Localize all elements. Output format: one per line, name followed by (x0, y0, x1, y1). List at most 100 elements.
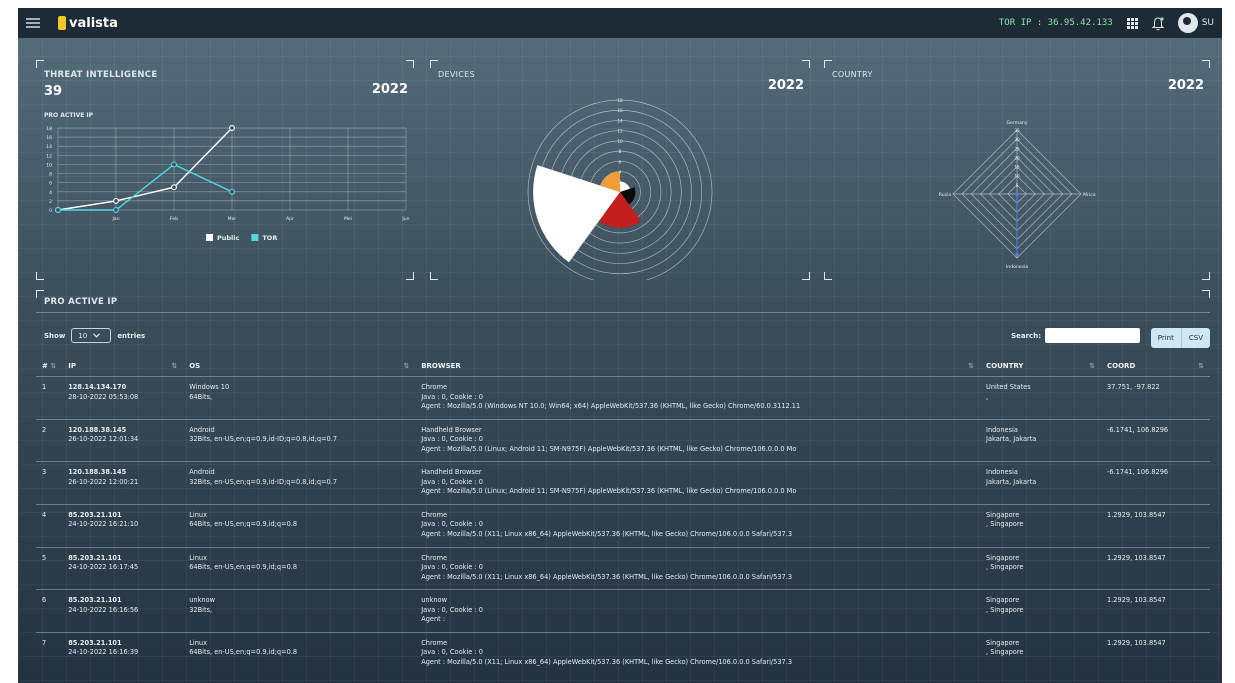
pro-active-ip-line-chart: 0 2 4 6 8 10 12 14 16 18 Jan Feb Mar Apr Mei Jun Public T… (46, 125, 410, 242)
chart-subtitle: PRO ACTIVE IP (44, 112, 94, 119)
pro-active-ip-table-panel: PRO ACTIVE IP Show 10 entries Search: Pr… (36, 290, 1210, 683)
notification-bell-icon[interactable] (1151, 16, 1164, 31)
column-header-ip[interactable]: IP ⇅ (62, 358, 183, 377)
table-row[interactable]: 3 120.188.38.145 26-10-2022 12:00:21 Androi… (36, 461, 1210, 505)
app-logo[interactable]: valista (58, 16, 118, 31)
legend-label: TOR (262, 234, 277, 242)
r-tick-label: 6 (619, 159, 622, 164)
export-buttons: Print CSV (1150, 328, 1210, 348)
sort-icon[interactable]: ⇅ (403, 362, 409, 370)
user-agent: Agent : (421, 615, 446, 624)
panel-title: DEVICES (438, 70, 475, 79)
row-number: 6 (36, 589, 63, 633)
data-point (171, 184, 177, 191)
panel-title: THREAT INTELLIGENCE (44, 70, 158, 80)
ip-address: 85.203.21.101 (68, 510, 122, 519)
coord-cell: 1.2929, 103.8547 (1101, 589, 1210, 633)
y-tick-label: 2 (49, 199, 52, 205)
row-number: 3 (36, 461, 63, 505)
r-tick-label: 2 (619, 180, 622, 185)
entries-label: entries (117, 331, 146, 340)
user-agent: Agent : Mozilla/5.0 (Windows NT 10.0; Wi… (421, 402, 801, 411)
ip-address: 128.14.134.170 (68, 383, 127, 391)
series-line (58, 163, 233, 211)
ip-cell: 85.203.21.101 24-10-2022 16:17:45 (62, 546, 184, 590)
ip-cell: 85.203.21.101 24-10-2022 16:16:39 (62, 631, 184, 675)
user-initials[interactable]: SU (1202, 18, 1214, 28)
divider (36, 312, 1210, 313)
country-cell: Singapore, Singapore (980, 589, 1102, 633)
coord-cell: 1.2929, 103.8547 (1101, 546, 1210, 590)
menu-icon[interactable] (26, 18, 40, 28)
x-tick-label: Feb (170, 216, 178, 222)
browser-name: Handheld Browser (421, 425, 482, 434)
x-tick-label: Jun (401, 216, 409, 222)
table-row[interactable]: 5 85.203.21.101 24-10-2022 16:17:45 Linux 64… (36, 546, 1210, 590)
panel-year: 2022 (371, 82, 408, 97)
os-name: Android (189, 468, 215, 477)
search-label: Search: (1011, 331, 1041, 340)
ip-cell: 128.14.134.170 28-10-2022 05:53:08 (62, 376, 184, 420)
r-tick-label: 14 (617, 118, 623, 123)
show-label: Show (44, 331, 66, 340)
coord-cell: -6.1741, 106.8296 (1101, 418, 1210, 462)
os-name: Linux (189, 638, 208, 647)
table-row[interactable]: 1 128.14.134.170 28-10-2022 05:53:08 Window… (36, 376, 1210, 420)
x-tick-label: Apr (286, 216, 294, 222)
sort-icon[interactable]: ⇅ (1198, 362, 1204, 370)
radar-point (1015, 252, 1019, 257)
apps-grid-icon[interactable] (1126, 17, 1138, 29)
country-cell: Indonesia Jakarta, Jakarta (980, 418, 1102, 462)
os-detail: 32Bits, en-US,en;q=0.9,id-ID;q=0.8,id;q=… (189, 435, 338, 444)
os-detail: 64Bits, en-US,en;q=0.9,id;q=0.8 (189, 648, 298, 657)
r-tick-label: 8 (619, 149, 622, 154)
csv-button[interactable]: CSV (1180, 328, 1210, 348)
y-tick-label: 4 (49, 190, 52, 196)
column-header-number[interactable]: # ⇅ (36, 358, 62, 377)
browser-name: Chrome (421, 510, 448, 519)
sort-icon[interactable]: ⇅ (1089, 362, 1095, 370)
panel-title: COUNTRY (832, 70, 873, 79)
os-cell: Android 32Bits, en-US,en;q=0.9,id-ID;q=0.… (183, 418, 416, 462)
radar-axis-label: Rusia (939, 192, 952, 198)
data-point (113, 207, 119, 213)
data-point (229, 188, 235, 195)
y-tick-label: 14 (46, 144, 52, 150)
os-cell: Linux 64Bits, en-US,en;q=0.9,id;q=0.8 (183, 503, 416, 548)
browser-cell: Handheld Browser Java : 0, Cookie : 0 Agen… (415, 461, 980, 505)
print-button[interactable]: Print (1151, 328, 1181, 348)
column-header-browser[interactable]: BROWSER ⇅ (415, 358, 980, 377)
x-tick-label: Mei (344, 216, 352, 222)
user-agent: Agent : Mozilla/5.0 (X11; Linux x86_64) … (421, 530, 793, 539)
ip-address: 85.203.21.101 (68, 553, 122, 562)
search-input[interactable] (1045, 328, 1140, 343)
table-row[interactable]: 4 85.203.21.101 24-10-2022 16:21:10 Linux 64… (36, 503, 1210, 548)
chevron-down-icon (93, 333, 101, 338)
user-avatar[interactable] (1177, 13, 1198, 33)
column-header-country[interactable]: COUNTRY ⇅ (980, 358, 1101, 377)
sort-icon[interactable]: ⇅ (968, 362, 974, 370)
sort-icon[interactable]: ⇅ (171, 362, 177, 370)
table-row[interactable]: 2 120.188.38.145 26-10-2022 12:01:34 Androi… (36, 418, 1210, 462)
sort-icon[interactable]: ⇅ (50, 362, 56, 370)
table-row[interactable]: 6 85.203.21.101 24-10-2022 16:16:56 unknow 3… (36, 589, 1210, 633)
r-tick-label: 30 (1014, 137, 1020, 142)
browser-name: Chrome (421, 638, 448, 647)
x-tick-label: Jan (111, 216, 119, 222)
column-header-os[interactable]: OS ⇅ (183, 358, 415, 377)
entries-select[interactable]: 10 (71, 328, 112, 343)
r-tick-label: 5 (1016, 183, 1019, 188)
os-cell: Android 32Bits, en-US,en;q=0.9,id-ID;q=0.… (183, 461, 416, 505)
browser-name: Chrome (421, 553, 448, 562)
country-cell: Indonesia Jakarta, Jakarta (980, 461, 1102, 505)
os-name: Linux (189, 510, 208, 519)
ip-address: 120.188.38.145 (68, 468, 127, 477)
country-name: Singapore (986, 553, 1020, 562)
column-header-coord[interactable]: COORD ⇅ (1101, 358, 1210, 377)
table-row[interactable]: 7 85.203.21.101 24-10-2022 16:16:39 Linux 64… (36, 631, 1210, 675)
y-tick-label: 10 (46, 162, 52, 168)
legend-swatch (206, 234, 213, 241)
logo-mark-icon (58, 16, 66, 30)
os-name: Windows 10 (189, 383, 230, 391)
os-detail: 64Bits, en-US,en;q=0.9,id;q=0.8 (189, 520, 298, 529)
